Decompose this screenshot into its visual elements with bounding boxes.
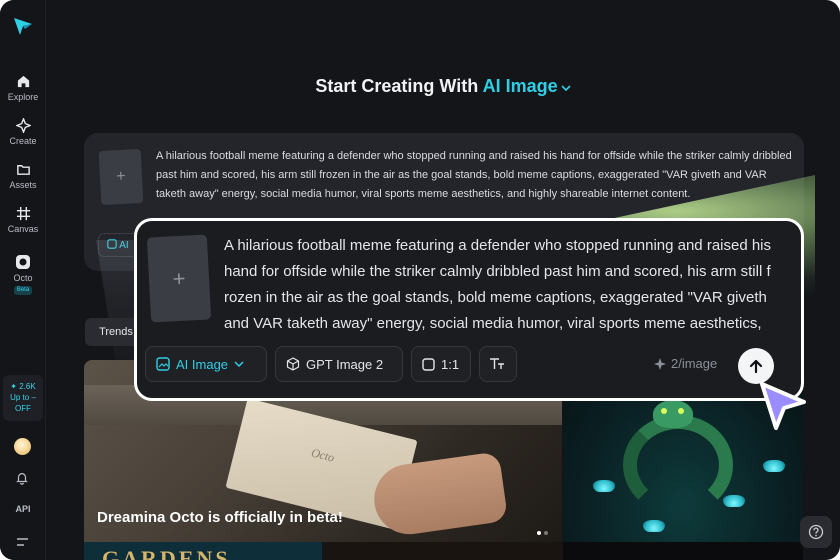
avatar[interactable]: [14, 438, 31, 455]
beta-badge: Beta: [13, 286, 33, 295]
gallery-caption: Dreamina Octo is officially in beta!: [97, 509, 343, 526]
sidebar-item-create[interactable]: Create: [0, 118, 46, 146]
api-link[interactable]: API: [0, 504, 46, 514]
mode-dropdown[interactable]: AI Image: [145, 346, 267, 382]
credits-amount: 2.6K: [19, 382, 36, 391]
prompt-text-small[interactable]: A hilarious football meme featuring a de…: [156, 147, 792, 204]
page-title: Start Creating With AI Image: [46, 76, 840, 97]
gardens-text: GARDENS: [102, 546, 231, 560]
sidebar-item-label: Create: [9, 136, 37, 146]
text-settings-button[interactable]: [479, 346, 517, 382]
reference-image-slot-zoomed[interactable]: +: [146, 234, 212, 323]
lotus-flower: [723, 495, 745, 507]
home-icon: [17, 75, 29, 88]
snake-body: [623, 415, 733, 515]
carousel-dot[interactable]: [544, 531, 548, 535]
canvas-icon: [16, 206, 30, 221]
reference-image-slot[interactable]: +: [98, 148, 144, 206]
prompt-input[interactable]: A hilarious football meme featuring a de…: [224, 233, 774, 337]
carousel-dot[interactable]: [537, 531, 541, 535]
dreamina-logo-icon[interactable]: [11, 14, 35, 38]
cube-icon: [286, 357, 300, 371]
sidebar-item-label: Canvas: [7, 224, 39, 234]
ratio-label: 1:1: [441, 356, 460, 372]
snake-head: [653, 400, 693, 428]
lotus-flower: [643, 520, 665, 532]
help-icon: [808, 524, 824, 540]
chevron-down-icon: [234, 361, 244, 368]
model-label: GPT Image 2: [306, 356, 384, 372]
cost-label: 2/image: [671, 356, 718, 371]
title-accent: AI Image: [482, 76, 558, 96]
cursor-pointer-icon: [760, 382, 806, 430]
text-format-icon: [490, 358, 504, 369]
octo-icon: [16, 255, 30, 269]
snake-eye: [661, 408, 667, 414]
model-selector[interactable]: GPT Image 2: [275, 346, 403, 382]
generation-cost: 2/image: [653, 356, 717, 371]
chevron-down-icon: [561, 85, 571, 92]
credit-star-icon: ✦: [10, 382, 17, 391]
credits-widget[interactable]: ✦ 2.6K Up to – OFF: [3, 375, 43, 421]
arrow-up-icon: [749, 359, 763, 374]
sparkle-icon: [15, 118, 31, 133]
folder-icon: [16, 165, 30, 175]
sparkle-icon: [654, 357, 666, 370]
menu-icon[interactable]: [16, 536, 29, 548]
gallery-image-gardens[interactable]: GARDENS: [84, 542, 322, 560]
sidebar: Explore Create Assets Canvas Octo Beta ✦…: [0, 0, 46, 560]
title-prefix: Start Creating With: [315, 76, 479, 96]
sidebar-item-explore[interactable]: Explore: [0, 74, 46, 102]
prompt-card-zoomed: + A hilarious football meme featuring a …: [134, 218, 804, 401]
bell-icon[interactable]: [15, 471, 29, 485]
carousel-dots[interactable]: [537, 522, 551, 540]
gallery-image-fireworks[interactable]: [324, 542, 562, 560]
lotus-flower: [593, 480, 615, 492]
sidebar-item-label: Assets: [9, 180, 37, 190]
snake-eye: [678, 408, 684, 414]
aspect-ratio-selector[interactable]: 1:1: [411, 346, 471, 382]
help-button[interactable]: [800, 516, 832, 548]
promo-line-1: Up to –: [10, 393, 36, 402]
sidebar-item-label: Explore: [7, 92, 39, 102]
mode-dropdown-label: AI Image: [176, 356, 229, 372]
app-window: Explore Create Assets Canvas Octo Beta ✦…: [0, 0, 840, 560]
sidebar-item-octo[interactable]: Octo Beta: [0, 254, 46, 295]
mode-selector-title[interactable]: AI Image: [483, 76, 571, 96]
envelope-text: Octo: [309, 445, 336, 465]
promo-line-2: OFF: [15, 404, 31, 413]
sidebar-item-canvas[interactable]: Canvas: [0, 206, 46, 234]
lotus-flower: [763, 460, 785, 472]
square-icon: [422, 357, 435, 371]
sidebar-item-assets[interactable]: Assets: [0, 162, 46, 190]
gallery-image-dark[interactable]: [563, 542, 803, 560]
sidebar-item-label: Octo: [13, 273, 33, 283]
image-icon: [156, 357, 170, 371]
